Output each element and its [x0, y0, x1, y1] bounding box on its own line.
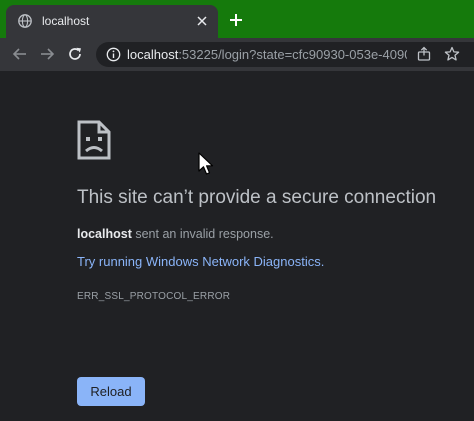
reload-icon[interactable] [67, 46, 83, 62]
close-icon[interactable] [196, 15, 208, 27]
mouse-cursor-icon [198, 152, 214, 176]
tab-title: localhost [42, 14, 90, 28]
url-path: :53225/login?state=cfc90930-053e-4090-..… [178, 47, 407, 62]
arrow-left-icon[interactable] [12, 46, 28, 62]
browser-toolbar: localhost:53225/login?state=cfc90930-053… [0, 38, 474, 71]
sad-page-icon [77, 120, 111, 160]
globe-icon [18, 14, 32, 28]
error-code: ERR_SSL_PROTOCOL_ERROR [77, 291, 231, 302]
url-text[interactable]: localhost:53225/login?state=cfc90930-053… [127, 47, 407, 62]
tab-strip: localhost [0, 0, 474, 38]
tab-localhost[interactable]: localhost [6, 5, 218, 38]
error-host: localhost [77, 227, 132, 241]
info-icon[interactable] [106, 47, 121, 62]
error-description-text: sent an invalid response. [131, 227, 274, 241]
address-bar[interactable]: localhost:53225/login?state=cfc90930-053… [96, 42, 474, 67]
error-title: This site can’t provide a secure connect… [77, 187, 437, 208]
network-diagnostics-link[interactable]: Try running Windows Network Diagnostics. [77, 254, 324, 269]
plus-icon[interactable] [229, 13, 243, 27]
share-icon[interactable] [416, 46, 432, 62]
url-host: localhost [127, 47, 179, 62]
arrow-right-icon[interactable] [39, 46, 55, 62]
error-description: localhost sent an invalid response. [77, 227, 274, 241]
reload-button[interactable]: Reload [77, 377, 145, 406]
browser-window: localhost localhost:53225/login?state=cf… [0, 0, 474, 421]
star-icon[interactable] [444, 46, 460, 62]
